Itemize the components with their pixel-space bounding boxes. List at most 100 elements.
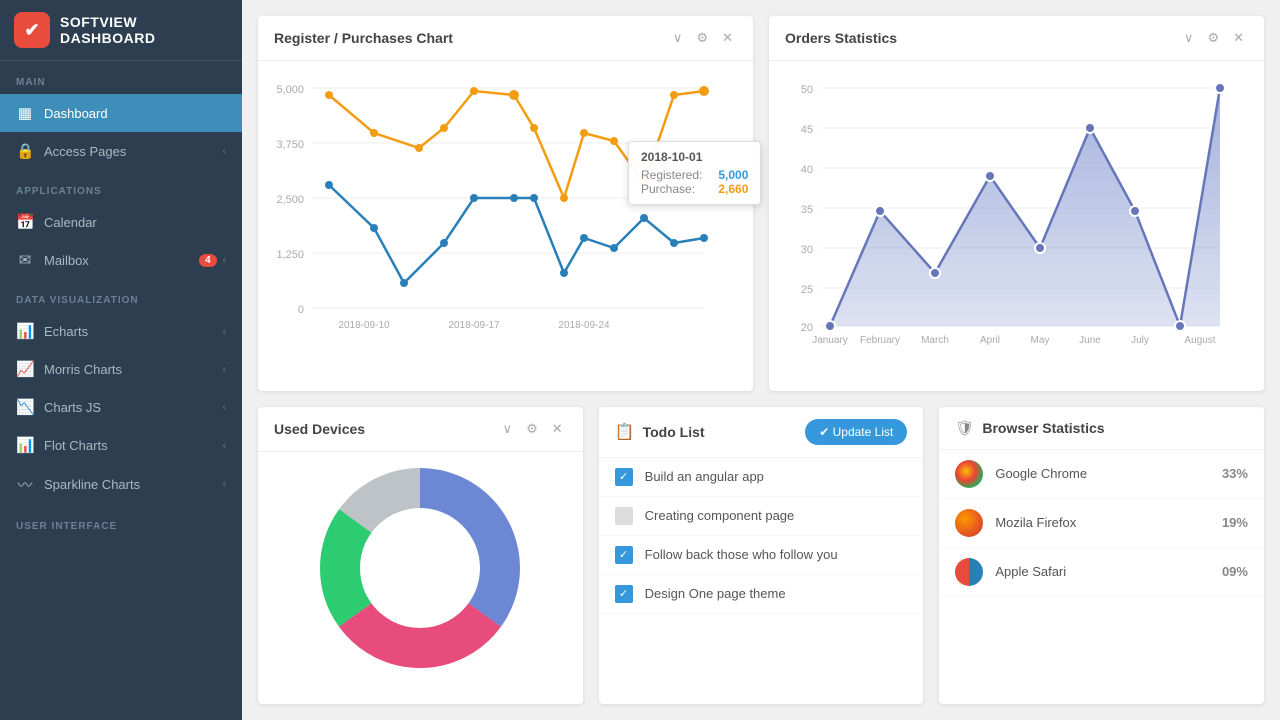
chrome-pct: 33% bbox=[1222, 466, 1248, 481]
settings-register-button[interactable]: ⚙ bbox=[692, 28, 712, 48]
browser-statistics-card: 🛡 Browser Statistics Google Chrome 33% bbox=[939, 407, 1264, 705]
logo-text: SOFTVIEW DASHBOARD bbox=[60, 14, 228, 46]
svg-text:2018-09-17: 2018-09-17 bbox=[448, 320, 500, 331]
todo-title: Todo List bbox=[643, 424, 806, 440]
sidebar-section-applications: APPLICATIONS bbox=[0, 170, 242, 203]
browser-stats-header: 🛡 Browser Statistics bbox=[939, 407, 1264, 450]
sidebar-item-label-charts-js: Charts JS bbox=[44, 400, 101, 415]
close-orders-button[interactable]: ✕ bbox=[1229, 28, 1248, 48]
todo-checkbox-4[interactable]: ✓ bbox=[615, 585, 633, 603]
chevron-icon-sparkline: ‹ bbox=[223, 479, 226, 490]
safari-pct: 09% bbox=[1222, 564, 1248, 579]
collapse-devices-button[interactable]: ∨ bbox=[499, 419, 517, 439]
flot-charts-icon: 📊 bbox=[16, 436, 34, 454]
todo-item-text-3: Follow back those who follow you bbox=[645, 547, 838, 562]
todo-item-3: ✓ Follow back those who follow you bbox=[599, 536, 924, 575]
settings-devices-button[interactable]: ⚙ bbox=[522, 419, 542, 439]
used-devices-controls: ∨ ⚙ ✕ bbox=[499, 419, 567, 439]
svg-text:25: 25 bbox=[801, 284, 813, 296]
echarts-icon: 📊 bbox=[16, 322, 34, 340]
svg-text:35: 35 bbox=[801, 204, 813, 216]
update-list-button[interactable]: ✔ Update List bbox=[805, 419, 907, 445]
orders-chart-title: Orders Statistics bbox=[785, 30, 1180, 46]
dashboard-icon: ▦ bbox=[16, 104, 34, 122]
firefox-name: Mozila Firefox bbox=[995, 515, 1222, 530]
browser-item-firefox: Mozila Firefox 19% bbox=[939, 499, 1264, 548]
todo-checkbox-2[interactable] bbox=[615, 507, 633, 525]
chevron-icon-chartsjs: ‹ bbox=[223, 402, 226, 413]
svg-text:March: March bbox=[921, 335, 949, 346]
todo-list-card: 📋 Todo List ✔ Update List ✓ Build an ang… bbox=[599, 407, 924, 705]
svg-text:February: February bbox=[860, 335, 900, 346]
register-chart-body: 5,000 3,750 2,500 1,250 0 2018-09-10 201… bbox=[258, 61, 753, 370]
svg-text:January: January bbox=[812, 335, 848, 346]
chevron-icon-mailbox: ‹ bbox=[223, 255, 226, 266]
tooltip-purchase-value: 2,660 bbox=[718, 182, 748, 196]
orders-chart-body: 50 45 40 35 30 25 20 bbox=[769, 61, 1264, 370]
todo-item-text-2: Creating component page bbox=[645, 508, 795, 523]
close-register-button[interactable]: ✕ bbox=[718, 28, 737, 48]
browser-item-safari: Apple Safari 09% bbox=[939, 548, 1264, 597]
collapse-orders-button[interactable]: ∨ bbox=[1180, 28, 1198, 48]
svg-text:2018-09-10: 2018-09-10 bbox=[338, 320, 390, 331]
mail-icon: ✉ bbox=[16, 251, 34, 269]
register-chart-header: Register / Purchases Chart ∨ ⚙ ✕ bbox=[258, 16, 753, 61]
sidebar-item-morris-charts[interactable]: 📈 Morris Charts ‹ bbox=[0, 350, 242, 388]
sidebar-item-mailbox[interactable]: ✉ Mailbox 4 ‹ bbox=[0, 241, 242, 279]
mailbox-badge: 4 bbox=[199, 254, 217, 267]
register-chart-svg: 5,000 3,750 2,500 1,250 0 2018-09-10 201… bbox=[274, 73, 714, 353]
todo-item-1: ✓ Build an angular app bbox=[599, 458, 924, 497]
sidebar-item-flot-charts[interactable]: 📊 Flot Charts ‹ bbox=[0, 426, 242, 464]
tooltip-registered-value: 5,000 bbox=[718, 168, 748, 182]
register-purchases-card: Register / Purchases Chart ∨ ⚙ ✕ 5,000 3… bbox=[258, 16, 753, 391]
todo-item-text-4: Design One page theme bbox=[645, 586, 786, 601]
svg-text:3,750: 3,750 bbox=[276, 139, 304, 151]
sidebar-section-main: MAIN bbox=[0, 61, 242, 94]
collapse-register-button[interactable]: ∨ bbox=[669, 28, 687, 48]
svg-text:June: June bbox=[1079, 335, 1101, 346]
register-chart-title: Register / Purchases Chart bbox=[274, 30, 669, 46]
svg-text:5,000: 5,000 bbox=[276, 84, 304, 96]
browser-items-container: Google Chrome 33% Mozila Firefox 19% bbox=[939, 450, 1264, 597]
svg-text:20: 20 bbox=[801, 322, 813, 334]
todo-checkbox-3[interactable]: ✓ bbox=[615, 546, 633, 564]
svg-text:April: April bbox=[980, 335, 1000, 346]
bottom-grid: Used Devices ∨ ⚙ ✕ bbox=[258, 407, 1264, 705]
todo-items-container: ✓ Build an angular app Creating componen… bbox=[599, 458, 924, 614]
morris-charts-icon: 📈 bbox=[16, 360, 34, 378]
chrome-icon bbox=[955, 460, 983, 488]
orders-statistics-card: Orders Statistics ∨ ⚙ ✕ 50 45 40 35 30 2… bbox=[769, 16, 1264, 391]
donut-chart-svg bbox=[320, 468, 520, 668]
safari-name: Apple Safari bbox=[995, 564, 1222, 579]
orders-chart-svg: 50 45 40 35 30 25 20 bbox=[785, 73, 1225, 353]
safari-icon bbox=[955, 558, 983, 586]
sidebar-item-label-calendar: Calendar bbox=[44, 215, 97, 230]
svg-text:2,500: 2,500 bbox=[276, 194, 304, 206]
svg-text:50: 50 bbox=[801, 84, 813, 96]
sidebar-item-dashboard[interactable]: ▦ Dashboard bbox=[0, 94, 242, 132]
svg-text:1,250: 1,250 bbox=[276, 249, 304, 261]
sidebar: ✔ SOFTVIEW DASHBOARD MAIN ▦ Dashboard 🔒 … bbox=[0, 0, 242, 720]
used-devices-card: Used Devices ∨ ⚙ ✕ bbox=[258, 407, 583, 705]
sidebar-item-sparkline[interactable]: 〰 Sparkline Charts ‹ bbox=[0, 464, 242, 505]
chevron-icon-morris: ‹ bbox=[223, 364, 226, 375]
sparkline-icon: 〰 bbox=[16, 474, 34, 495]
todo-checkbox-1[interactable]: ✓ bbox=[615, 468, 633, 486]
firefox-pct: 19% bbox=[1222, 515, 1248, 530]
calendar-icon: 📅 bbox=[16, 213, 34, 231]
svg-text:July: July bbox=[1131, 335, 1149, 346]
sidebar-item-echarts[interactable]: 📊 Echarts ‹ bbox=[0, 312, 242, 350]
settings-orders-button[interactable]: ⚙ bbox=[1203, 28, 1223, 48]
charts-js-icon: 📉 bbox=[16, 398, 34, 416]
svg-text:2018-09-24: 2018-09-24 bbox=[558, 320, 610, 331]
sidebar-item-label-sparkline: Sparkline Charts bbox=[44, 477, 140, 492]
sidebar-item-calendar[interactable]: 📅 Calendar bbox=[0, 203, 242, 241]
used-devices-header: Used Devices ∨ ⚙ ✕ bbox=[258, 407, 583, 452]
close-devices-button[interactable]: ✕ bbox=[548, 419, 567, 439]
todo-item-2: Creating component page bbox=[599, 497, 924, 536]
chevron-icon-echarts: ‹ bbox=[223, 326, 226, 337]
sidebar-item-access-pages[interactable]: 🔒 Access Pages ‹ bbox=[0, 132, 242, 170]
browser-stats-title: Browser Statistics bbox=[982, 420, 1248, 436]
sidebar-item-label-mailbox: Mailbox bbox=[44, 253, 89, 268]
sidebar-item-charts-js[interactable]: 📉 Charts JS ‹ bbox=[0, 388, 242, 426]
